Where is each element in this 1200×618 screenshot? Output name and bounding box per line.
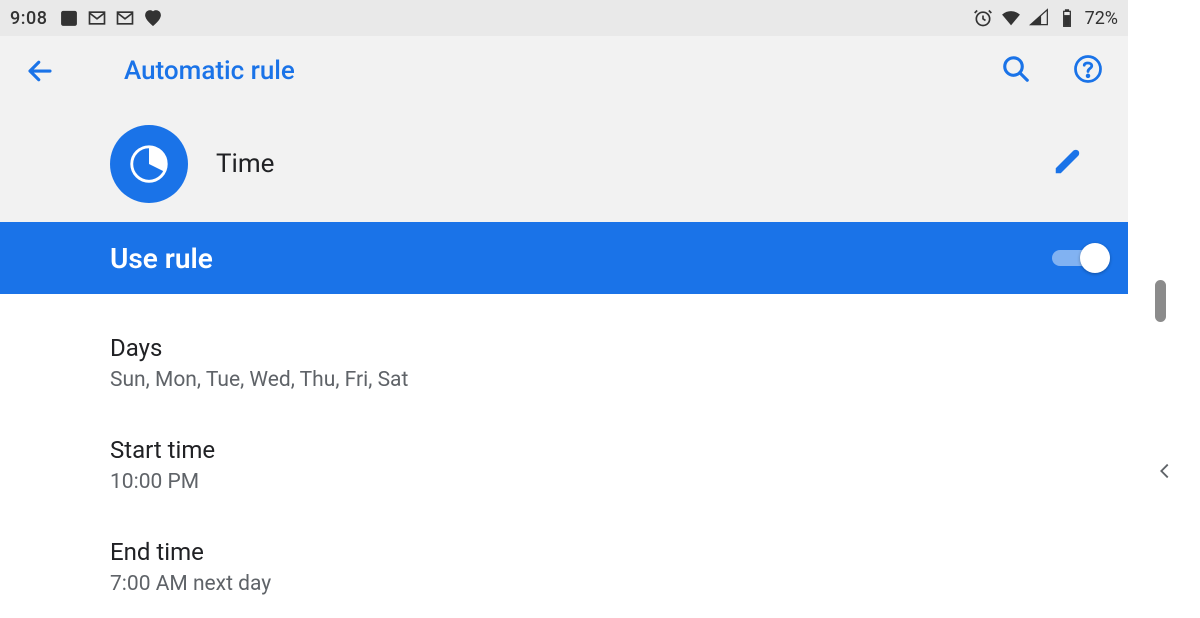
setting-title: End time <box>110 538 1128 566</box>
time-rule-icon <box>110 125 188 203</box>
setting-end-time[interactable]: End time 7:00 AM next day <box>110 516 1128 618</box>
screen: 9:08 31 <box>0 0 1128 600</box>
mail-icon <box>115 8 135 28</box>
use-rule-label: Use rule <box>110 242 213 275</box>
battery-percent: 72% <box>1085 8 1118 29</box>
status-clock: 9:08 <box>10 8 47 29</box>
right-gutter <box>1128 0 1200 600</box>
edit-rule-button[interactable] <box>1052 147 1110 181</box>
calendar-icon: 31 <box>59 8 79 28</box>
use-rule-row[interactable]: Use rule <box>0 222 1128 294</box>
appbar-region: Automatic rule Time <box>0 36 1128 222</box>
chevron-left-icon <box>1154 467 1176 486</box>
search-button[interactable] <box>994 49 1038 93</box>
svg-text:31: 31 <box>65 14 75 24</box>
back-button[interactable] <box>18 49 62 93</box>
scrollbar-thumb[interactable] <box>1155 280 1166 322</box>
setting-start-time[interactable]: Start time 10:00 PM <box>110 414 1128 516</box>
status-bar: 9:08 31 <box>0 0 1128 36</box>
settings-list: Days Sun, Mon, Tue, Wed, Thu, Fri, Sat S… <box>0 294 1128 618</box>
cell-signal-icon <box>1029 8 1049 28</box>
setting-title: Days <box>110 334 1128 362</box>
battery-icon <box>1057 8 1077 28</box>
status-left: 9:08 31 <box>10 8 163 29</box>
rule-header: Time <box>0 106 1128 222</box>
status-right: 72% <box>973 8 1118 29</box>
setting-value: 10:00 PM <box>110 470 1128 494</box>
appbar: Automatic rule <box>0 36 1128 106</box>
wifi-icon <box>1001 8 1021 28</box>
rule-name: Time <box>216 149 274 179</box>
help-button[interactable] <box>1066 49 1110 93</box>
alarm-icon <box>973 8 993 28</box>
mail-icon <box>87 8 107 28</box>
heart-icon <box>143 8 163 28</box>
setting-value: Sun, Mon, Tue, Wed, Thu, Fri, Sat <box>110 368 1128 392</box>
page-title: Automatic rule <box>124 56 295 86</box>
search-icon <box>1001 54 1031 88</box>
setting-title: Start time <box>110 436 1128 464</box>
pencil-icon <box>1052 162 1110 181</box>
setting-value: 7:00 AM next day <box>110 572 1128 596</box>
use-rule-toggle[interactable] <box>1052 243 1104 273</box>
setting-days[interactable]: Days Sun, Mon, Tue, Wed, Thu, Fri, Sat <box>110 312 1128 414</box>
help-icon <box>1073 54 1103 88</box>
collapse-chevron[interactable] <box>1154 460 1176 486</box>
